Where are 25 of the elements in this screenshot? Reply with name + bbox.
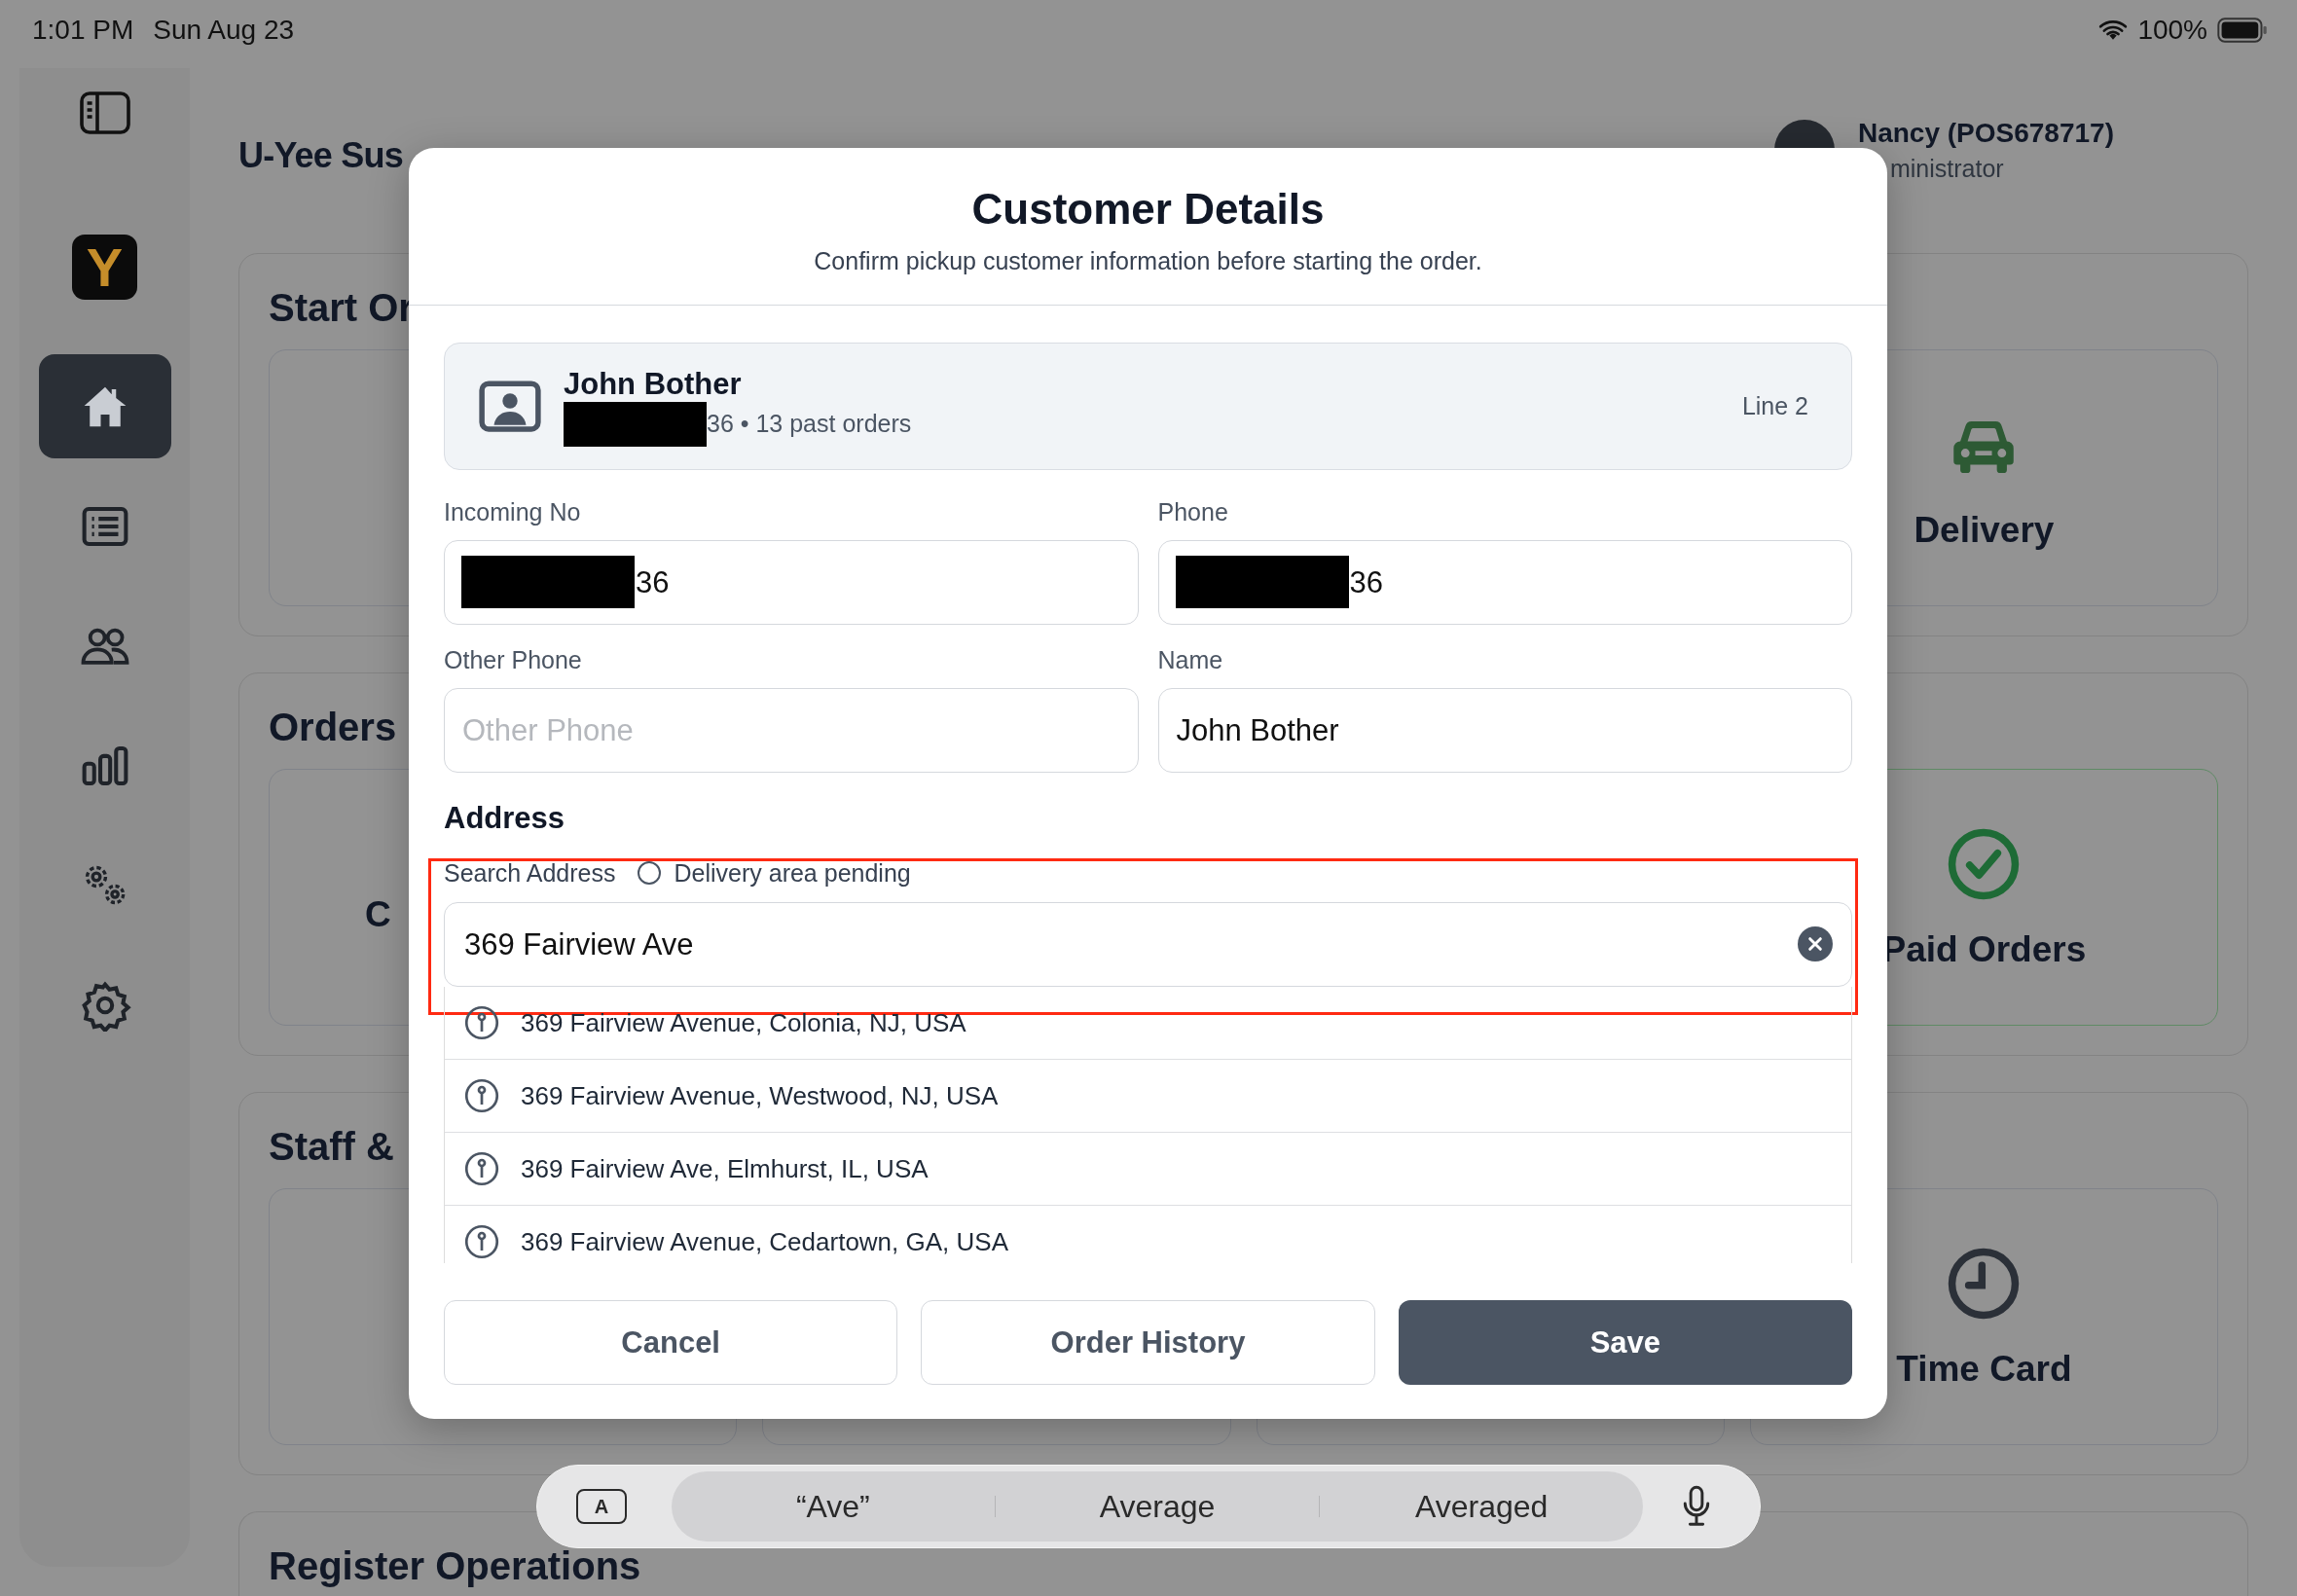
field-label: Name [1157,645,1224,675]
app-logo: Y [72,235,137,300]
section-title: Orders [269,705,397,750]
field-label: Phone [1157,497,1229,527]
dialog-title: Customer Details [970,184,1326,235]
field-label: Search Address [444,858,616,888]
tile-label: Time Card [1896,1349,2072,1390]
field-label: Incoming No [444,497,582,527]
section-title: Start Or [269,285,414,331]
tile-label: C [365,894,391,935]
section-title: Register Operations [269,1543,641,1589]
status-label: Delivery area pending [674,858,911,888]
field-label: Other Phone [444,645,583,675]
customer-name: John Bother [564,366,743,402]
section-heading: Address [444,800,566,837]
customer-summary: 36 • 13 past orders [707,410,912,438]
status-time: 1:01 PM [32,15,134,46]
status-date: Sun Aug 23 [153,15,295,46]
section-title: Staff & [269,1124,394,1170]
tile-label: Delivery [1914,510,2055,551]
user-role: ministrator [1888,154,2005,183]
store-title: U-Yee Sus [238,135,403,176]
dialog-subtitle: Confirm pickup customer information before starting the order. [813,246,1483,276]
user-name: Nancy (POS678717) [1857,117,2114,149]
battery-percent: 100% [2137,15,2207,46]
